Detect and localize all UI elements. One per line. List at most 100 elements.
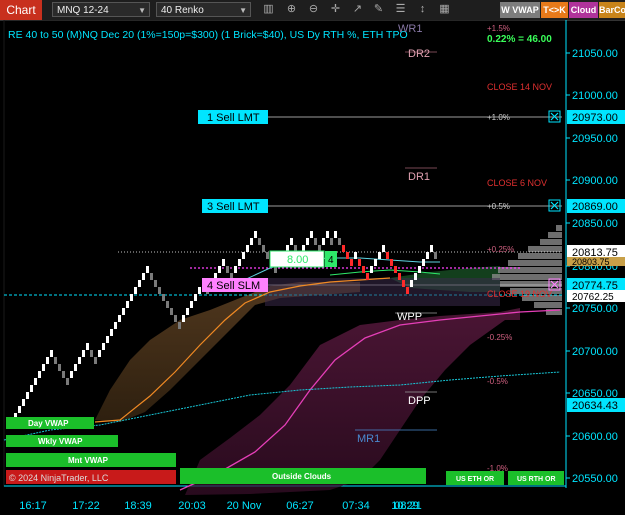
renko-brick (94, 357, 97, 364)
renko-brick (234, 266, 237, 273)
renko-brick (314, 238, 317, 245)
arrow-icon[interactable]: ↕ (416, 3, 429, 16)
zoom-in-icon[interactable]: ⊕ (285, 3, 298, 16)
price-axis-label: 20600.00 (572, 431, 618, 443)
pink-cloud (185, 308, 520, 495)
renko-brick (218, 266, 221, 273)
chevron-down-icon: ▼ (138, 6, 146, 15)
renko-brick (110, 329, 113, 336)
day-vwap-tag: Day VWAP (6, 417, 94, 429)
renko-brick (66, 378, 69, 385)
cloud-button[interactable]: Cloud (569, 2, 598, 18)
volume-profile (492, 225, 562, 315)
properties-icon[interactable]: ☰ (394, 3, 407, 16)
renko-brick (242, 252, 245, 259)
renko-brick (194, 294, 197, 301)
price-axis-label: 20950.00 (572, 133, 618, 145)
price-tag-20634: 20634.43 (567, 398, 625, 412)
renko-brick (78, 357, 81, 364)
renko-brick (38, 371, 41, 378)
profile-bar (508, 260, 562, 266)
zoom-out-icon[interactable]: ⊖ (307, 3, 320, 16)
renko-brick (114, 322, 117, 329)
barco-button[interactable]: BarCo (599, 2, 625, 18)
grid-icon[interactable]: ▦ (438, 3, 451, 16)
price-axis-label: 20900.00 (572, 175, 618, 187)
renko-brick (58, 364, 61, 371)
us-rth-or-tag: US RTH OR (508, 471, 564, 485)
renko-brick (426, 252, 429, 259)
sell4-order[interactable]: 4 Sell SLM (202, 278, 268, 292)
bars-icon[interactable]: ▥ (262, 3, 275, 16)
sell1-label: 1 Sell LMT (207, 112, 260, 124)
renko-brick (334, 231, 337, 238)
renko-brick (322, 238, 325, 245)
w-vwap-button[interactable]: W VWAP (500, 2, 540, 18)
chart-tab[interactable]: Chart (0, 0, 42, 20)
close-sell3-icon[interactable] (548, 199, 561, 212)
order-qty-box[interactable]: 8.00 4 (269, 250, 337, 268)
renko-brick (266, 252, 269, 259)
outside-clouds-text: Outside Clouds (272, 472, 332, 481)
crosshair-icon[interactable]: ✛ (329, 3, 342, 16)
renko-brick (142, 273, 145, 280)
renko-brick (434, 252, 437, 259)
renko-brick (166, 301, 169, 308)
profile-bar (518, 253, 562, 259)
pct-label-minus05: -0.5% (487, 377, 508, 386)
renko-brick (370, 266, 373, 273)
time-axis[interactable]: 16:17 17:22 18:39 20:03 20 Nov 06:27 07:34 08:2… (19, 500, 422, 512)
price-tag-20774: 20774.75 (567, 278, 625, 292)
sell1-order[interactable]: 1 Sell LMT (198, 110, 268, 124)
order-qty-badge: 4 (328, 255, 334, 266)
close-14nov-label: CLOSE 14 NOV (487, 82, 552, 92)
renko-brick (382, 245, 385, 252)
time-axis-label: 10:29 (391, 500, 419, 512)
renko-brick (226, 266, 229, 273)
pencil-icon[interactable]: ✎ (372, 3, 385, 16)
renko-brick (398, 273, 401, 280)
pct-label-plus05: +0.5% (487, 202, 510, 211)
price-tag-20762-text: 20762.25 (572, 292, 614, 303)
bar-type-selector[interactable]: 40 Renko ▼ (156, 2, 251, 17)
time-axis-label: 20:03 (178, 500, 206, 512)
top-pct-label: +1.5% (487, 24, 510, 33)
chart-canvas[interactable]: RE 40 to 50 (M)NQ Dec 20 (1%=150p=$300) … (0, 20, 625, 515)
renko-brick (98, 350, 101, 357)
chevron-down-icon: ▼ (239, 6, 247, 15)
draw-icon[interactable]: ↗ (351, 3, 364, 16)
instrument-label: MNQ 12-24 (57, 5, 109, 16)
time-axis-label: 18:39 (124, 500, 152, 512)
sell3-order[interactable]: 3 Sell LMT (202, 199, 268, 213)
renko-brick (186, 308, 189, 315)
price-tag-20869: 20869.00 (567, 199, 625, 213)
renko-brick (22, 399, 25, 406)
renko-brick (362, 266, 365, 273)
renko-brick (162, 294, 165, 301)
price-axis-label: 20750.00 (572, 303, 618, 315)
renko-brick (170, 308, 173, 315)
renko-brick (374, 259, 377, 266)
renko-brick (70, 371, 73, 378)
renko-brick (358, 259, 361, 266)
time-axis-label: 17:22 (72, 500, 100, 512)
price-axis-label: 20700.00 (572, 346, 618, 358)
time-axis-label: 20 Nov (227, 500, 262, 512)
renko-brick (390, 259, 393, 266)
dpp-label: DPP (408, 395, 431, 407)
us-rth-or-text: US RTH OR (517, 476, 556, 483)
renko-brick (50, 350, 53, 357)
renko-brick (418, 266, 421, 273)
renko-brick (154, 280, 157, 287)
renko-brick (174, 315, 177, 322)
renko-brick (146, 266, 149, 273)
renko-brick (82, 350, 85, 357)
price-tag-20973: 20973.00 (567, 110, 625, 124)
instrument-selector[interactable]: MNQ 12-24 ▼ (52, 2, 150, 17)
renko-brick (250, 238, 253, 245)
mr1-label: MR1 (357, 433, 380, 445)
renko-brick (182, 315, 185, 322)
renko-brick (26, 392, 29, 399)
close-sell1-icon[interactable] (548, 110, 561, 123)
tk-button[interactable]: T<>K (541, 2, 568, 18)
